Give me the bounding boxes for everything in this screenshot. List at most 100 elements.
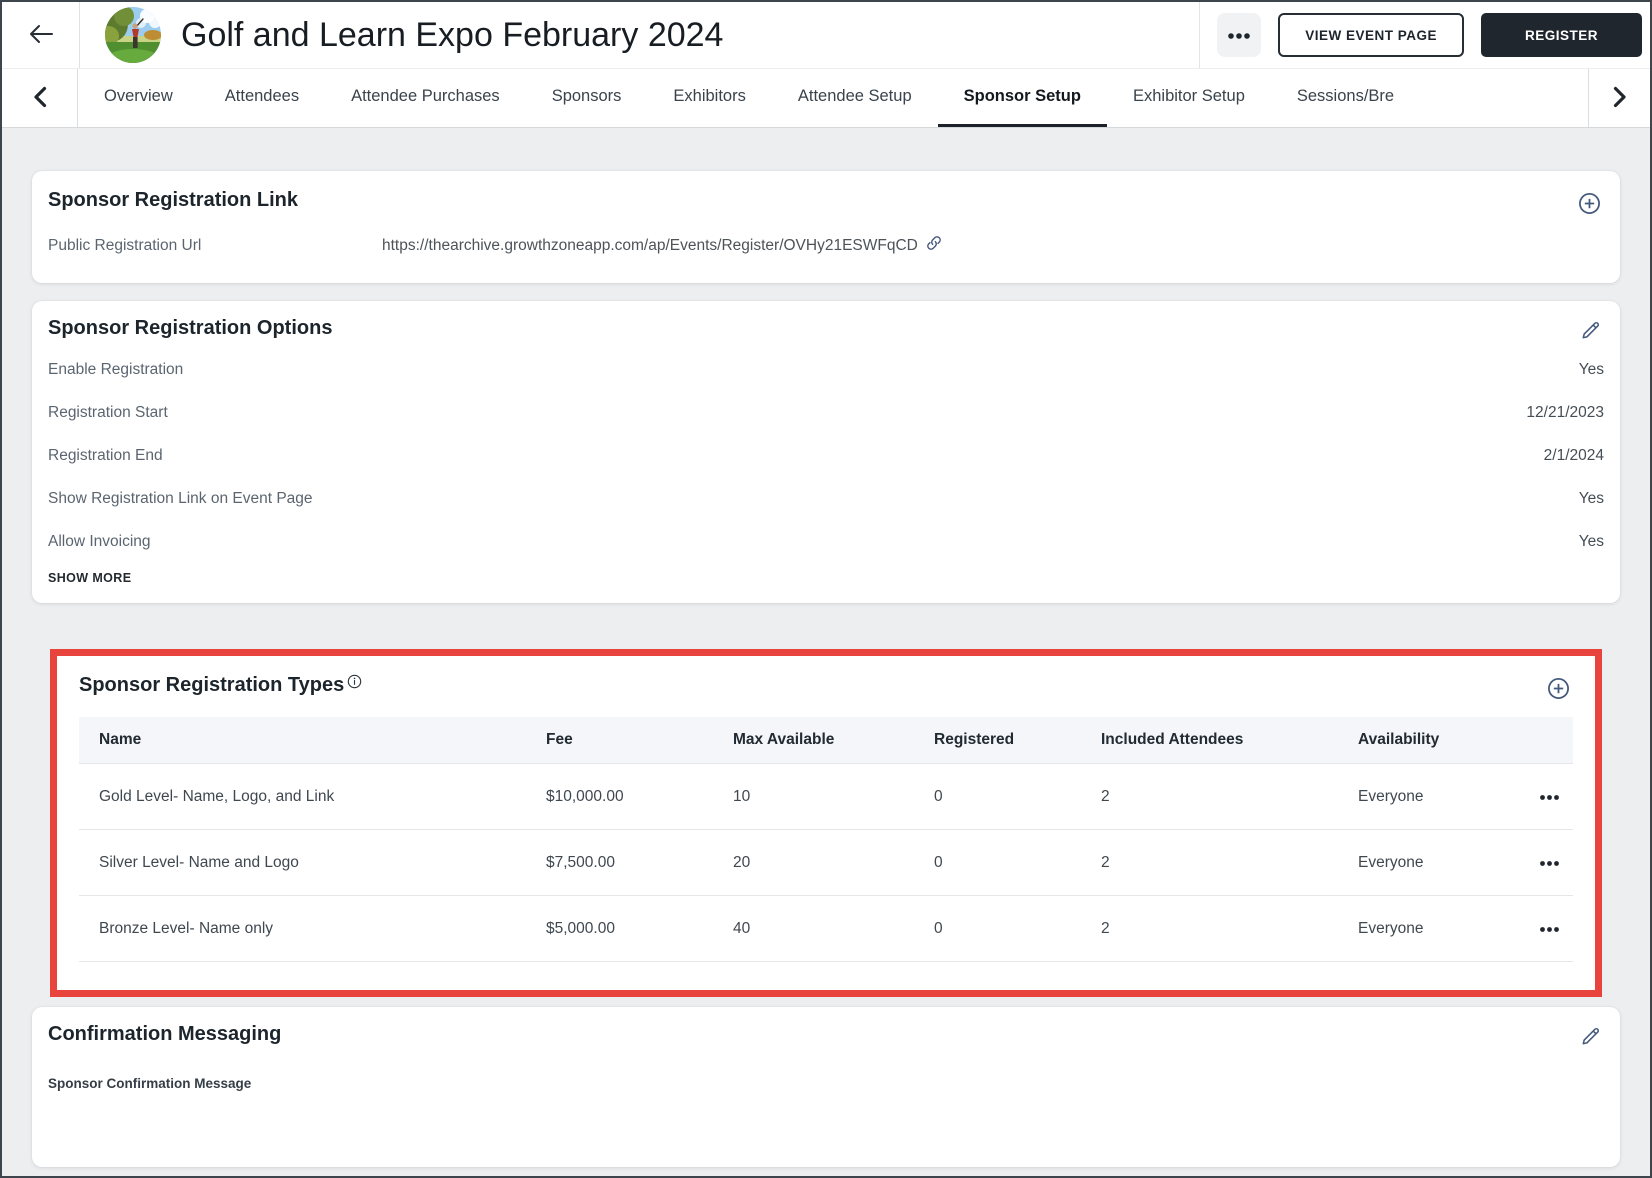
row-menu-button[interactable]	[1535, 790, 1564, 805]
tab-exhibitor-setup[interactable]: Exhibitor Setup	[1107, 69, 1271, 127]
highlight-annotation-box: Sponsor Registration Types Name Fee Max …	[50, 649, 1602, 997]
ellipsis-icon	[1539, 789, 1560, 804]
option-value: Yes	[1578, 532, 1604, 550]
view-event-page-button[interactable]: VIEW EVENT PAGE	[1278, 13, 1464, 57]
cell-registered: 0	[934, 787, 943, 805]
sponsor-registration-types-card: Sponsor Registration Types Name Fee Max …	[63, 660, 1589, 964]
column-header-included-attendees: Included Attendees	[1101, 731, 1244, 748]
more-options-button[interactable]	[1217, 13, 1262, 57]
sponsor-registration-link-title: Sponsor Registration Link	[48, 189, 299, 211]
cell-fee: $10,000.00	[546, 787, 624, 805]
plus-circle-icon	[1546, 678, 1571, 704]
edit-registration-options-button[interactable]	[1577, 317, 1604, 344]
public-registration-url-link[interactable]: https://thearchive.growthzoneapp.com/ap/…	[382, 237, 918, 255]
register-button[interactable]: REGISTER	[1480, 13, 1642, 57]
page-title: Golf and Learn Expo February 2024	[181, 15, 724, 54]
option-value: Yes	[1578, 489, 1604, 507]
header-actions: VIEW EVENT PAGE REGISTER	[1199, 2, 1650, 68]
tab-attendee-setup[interactable]: Attendee Setup	[772, 69, 938, 127]
option-row: Enable Registration Yes	[48, 348, 1604, 391]
header-bar: Golf and Learn Expo February 2024 VIEW E…	[2, 2, 1650, 68]
tabs-scroll-left-button[interactable]	[2, 69, 78, 127]
cell-included-attendees: 2	[1101, 787, 1110, 805]
option-label: Show Registration Link on Event Page	[48, 489, 313, 507]
column-header-max-available: Max Available	[733, 731, 835, 748]
link-icon[interactable]	[925, 234, 943, 257]
sponsor-registration-link-card: Sponsor Registration Link Public Registr…	[32, 171, 1620, 283]
tab-label: Sponsor Setup	[963, 87, 1081, 105]
ellipsis-icon	[1539, 855, 1560, 870]
cell-fee: $5,000.00	[546, 919, 615, 937]
cell-fee: $7,500.00	[546, 853, 615, 871]
table-row: Silver Level- Name and Logo $7,500.00 2 0…	[79, 829, 1573, 895]
cell-included-attendees: 2	[1101, 853, 1110, 871]
tab-label: Attendees	[224, 87, 300, 105]
cell-registered: 0	[934, 853, 943, 871]
tab-list: Overview Attendees Attendee Purchases Sp…	[78, 69, 1588, 127]
plus-circle-icon	[1577, 193, 1602, 219]
table-header-row: Name Fee Max Available Registered Includ…	[79, 717, 1573, 763]
cell-availability: Everyone	[1358, 919, 1424, 937]
header-divider	[1199, 2, 1201, 68]
tab-sessions-breakouts[interactable]: Sessions/Bre	[1271, 69, 1420, 127]
tab-label: Sponsors	[551, 87, 622, 105]
option-label: Allow Invoicing	[48, 532, 151, 550]
back-button[interactable]	[2, 2, 80, 68]
tab-bar: Overview Attendees Attendee Purchases Sp…	[2, 68, 1650, 128]
option-value: 2/1/2024	[1543, 446, 1604, 464]
tab-sponsor-setup[interactable]: Sponsor Setup	[937, 69, 1107, 127]
option-label: Enable Registration	[48, 360, 184, 378]
tab-attendees[interactable]: Attendees	[199, 69, 325, 127]
column-header-name: Name	[99, 731, 142, 748]
app-window: Golf and Learn Expo February 2024 VIEW E…	[0, 0, 1652, 1178]
row-menu-button[interactable]	[1535, 922, 1564, 937]
event-logo	[105, 7, 161, 63]
tab-label: Overview	[104, 87, 173, 105]
confirmation-messaging-card: Confirmation Messaging Sponsor Confirmat…	[32, 1007, 1620, 1167]
tab-label: Exhibitor Setup	[1132, 87, 1245, 105]
sponsor-confirmation-message-value	[48, 1091, 1604, 1149]
cell-name: Gold Level- Name, Logo, and Link	[99, 787, 335, 805]
table-row: Bronze Level- Name only $5,000.00 40 0 2…	[79, 895, 1573, 961]
cell-max-available: 40	[733, 919, 751, 937]
arrow-left-icon	[28, 23, 54, 48]
option-row: Registration End 2/1/2024	[48, 434, 1604, 477]
add-registration-type-button[interactable]	[1544, 674, 1573, 703]
option-row: Allow Invoicing Yes	[48, 520, 1604, 563]
option-label: Registration Start	[48, 403, 168, 421]
cell-name: Silver Level- Name and Logo	[99, 853, 299, 871]
pencil-icon	[1579, 322, 1602, 345]
sponsor-registration-options-card: Sponsor Registration Options Enable Regi…	[32, 301, 1620, 603]
option-row: Registration Start 12/21/2023	[48, 391, 1604, 434]
info-circle-icon[interactable]	[347, 674, 362, 694]
tab-label: Exhibitors	[673, 87, 746, 105]
add-registration-link-button[interactable]	[1575, 189, 1604, 218]
show-more-button[interactable]: SHOW MORE	[48, 571, 131, 585]
ellipsis-icon	[1539, 921, 1560, 936]
tab-attendee-purchases[interactable]: Attendee Purchases	[325, 69, 526, 127]
tab-sponsors[interactable]: Sponsors	[526, 69, 648, 127]
confirmation-messaging-title: Confirmation Messaging	[48, 1023, 282, 1045]
cell-registered: 0	[934, 919, 943, 937]
chevron-right-icon	[1613, 86, 1627, 111]
edit-confirmation-message-button[interactable]	[1577, 1023, 1604, 1050]
public-registration-url-row: Public Registration Url https://thearchi…	[48, 234, 1604, 257]
cell-name: Bronze Level- Name only	[99, 919, 274, 937]
tab-overview[interactable]: Overview	[78, 69, 199, 127]
public-registration-url-label: Public Registration Url	[48, 236, 202, 254]
cell-availability: Everyone	[1358, 853, 1424, 871]
option-value: Yes	[1578, 360, 1604, 378]
tab-exhibitors[interactable]: Exhibitors	[647, 69, 771, 127]
sponsor-registration-types-title: Sponsor Registration Types	[79, 674, 345, 696]
ellipsis-icon	[1227, 28, 1251, 43]
tab-label: Attendee Purchases	[351, 87, 500, 105]
row-menu-button[interactable]	[1535, 856, 1564, 871]
pencil-icon	[1579, 1028, 1602, 1051]
registration-types-table: Name Fee Max Available Registered Includ…	[79, 717, 1573, 962]
column-header-fee: Fee	[546, 731, 573, 748]
tabs-scroll-right-button[interactable]	[1588, 69, 1650, 127]
column-header-registered: Registered	[934, 731, 1015, 748]
sponsor-confirmation-message-label: Sponsor Confirmation Message	[48, 1076, 252, 1091]
tab-label: Sessions/Bre	[1296, 87, 1395, 105]
option-label: Registration End	[48, 446, 163, 464]
